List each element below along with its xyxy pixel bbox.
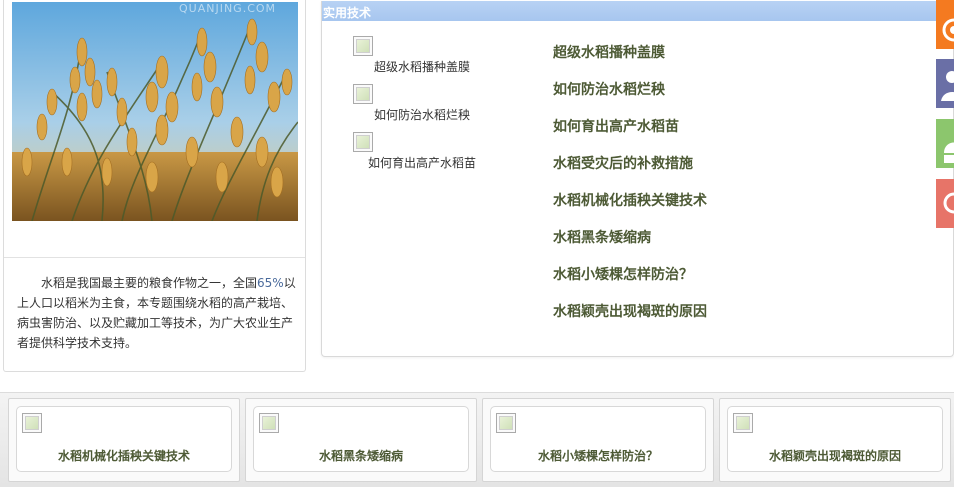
android-button[interactable] bbox=[936, 119, 954, 168]
image-watermark: QUANJING.COM bbox=[179, 2, 277, 15]
carousel-card-body: 水稻颖壳出现褐斑的原因 bbox=[727, 406, 943, 472]
weibo-button[interactable] bbox=[936, 179, 954, 228]
topic-intro-text: 水稻是我国最主要的粮食作物之一，全国65%以上人口以稻米为主食，本专题围绕水稻的… bbox=[17, 273, 299, 353]
rss-icon bbox=[942, 18, 954, 42]
carousel-card-title[interactable]: 水稻机械化插秧关键技术 bbox=[17, 447, 231, 464]
carousel-card[interactable]: 水稻黑条矮缩病 bbox=[245, 398, 477, 482]
tech-link[interactable]: 水稻小矮棵怎样防治？ bbox=[553, 264, 693, 284]
tech-link[interactable]: 水稻机械化插秧关键技术 bbox=[553, 190, 707, 210]
thumb-caption[interactable]: 如何育出高产水稻苗 bbox=[368, 154, 476, 171]
carousel-card-body: 水稻小矮棵怎样防治？ bbox=[490, 406, 706, 472]
thumb-caption[interactable]: 超级水稻播种盖膜 bbox=[374, 58, 470, 75]
carousel-card-title[interactable]: 水稻颖壳出现褐斑的原因 bbox=[728, 447, 942, 464]
intro-divider bbox=[4, 257, 305, 258]
topic-carousel: ‹ › 水稻机械化插秧关键技术 水稻黑条矮缩病 水稻小矮棵怎样防治？ 水稻颖壳出… bbox=[0, 392, 954, 487]
carousel-card[interactable]: 水稻小矮棵怎样防治？ bbox=[482, 398, 714, 482]
broken-image-icon[interactable] bbox=[259, 413, 279, 433]
intro-panel: QUANJING.COM 水稻是我国最主要的粮食作物之一，全国65%以上人口以稻… bbox=[3, 0, 306, 372]
thumb-caption[interactable]: 如何防治水稻烂秧 bbox=[374, 106, 470, 123]
tech-link[interactable]: 水稻黑条矮缩病 bbox=[553, 227, 651, 247]
panel-header: 实用技术 bbox=[322, 1, 953, 21]
person-icon bbox=[941, 71, 954, 101]
intro-text-start: 水稻是我国最主要的粮食作物之一，全国 bbox=[41, 276, 258, 290]
intro-percent: 65% bbox=[257, 276, 284, 290]
tech-link[interactable]: 超级水稻播种盖膜 bbox=[553, 42, 665, 62]
weibo-icon bbox=[943, 192, 954, 214]
tech-link[interactable]: 如何防治水稻烂秧 bbox=[553, 79, 665, 99]
carousel-card[interactable]: 水稻机械化插秧关键技术 bbox=[8, 398, 240, 482]
carousel-card[interactable]: 水稻颖壳出现褐斑的原因 bbox=[719, 398, 951, 482]
carousel-card-title[interactable]: 水稻小矮棵怎样防治？ bbox=[491, 447, 705, 464]
carousel-card-body: 水稻黑条矮缩病 bbox=[253, 406, 469, 472]
person-button[interactable] bbox=[936, 59, 954, 108]
practical-tech-panel: 实用技术 超级水稻播种盖膜 如何防治水稻烂秧 如何育出高产水稻苗 超级水稻播种盖… bbox=[321, 1, 954, 357]
panel-title: 实用技术 bbox=[323, 6, 372, 20]
tech-link[interactable]: 水稻受灾后的补救措施 bbox=[553, 153, 693, 173]
rice-field-photo bbox=[12, 2, 298, 221]
broken-image-icon[interactable] bbox=[353, 36, 373, 56]
broken-image-icon[interactable] bbox=[353, 132, 373, 152]
rss-button[interactable] bbox=[936, 0, 954, 49]
carousel-card-body: 水稻机械化插秧关键技术 bbox=[16, 406, 232, 472]
rice-photo-illustration bbox=[12, 2, 298, 221]
broken-image-icon[interactable] bbox=[353, 84, 373, 104]
broken-image-icon[interactable] bbox=[22, 413, 42, 433]
tech-link[interactable]: 水稻颖壳出现褐斑的原因 bbox=[553, 301, 707, 321]
tech-link[interactable]: 如何育出高产水稻苗 bbox=[553, 116, 679, 136]
broken-image-icon[interactable] bbox=[733, 413, 753, 433]
broken-image-icon[interactable] bbox=[496, 413, 516, 433]
carousel-card-title[interactable]: 水稻黑条矮缩病 bbox=[254, 447, 468, 464]
android-icon bbox=[944, 142, 954, 163]
